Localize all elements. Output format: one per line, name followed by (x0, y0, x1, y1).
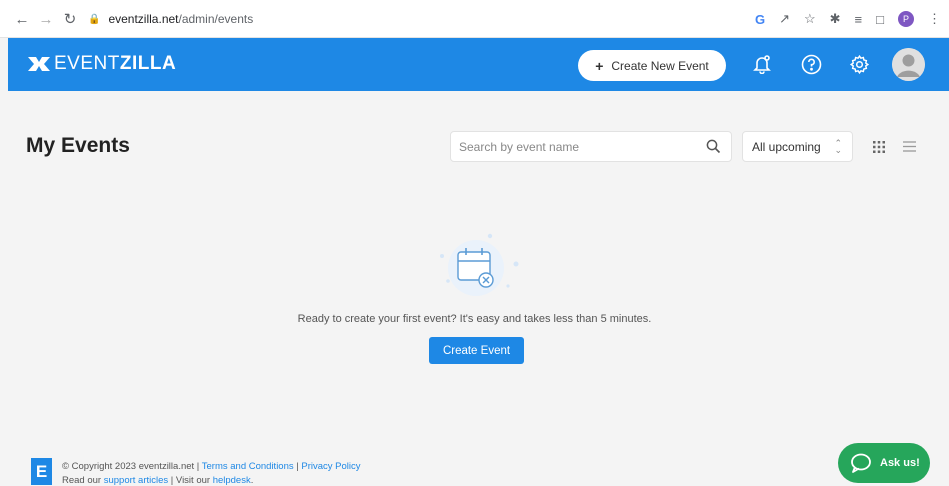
address-bar[interactable]: 🔒 eventzilla.net/admin/events (88, 7, 738, 31)
read-our-text: Read our (62, 475, 104, 486)
ask-us-chat-button[interactable]: Ask us! (838, 443, 930, 483)
copyright-text: © Copyright 2023 eventzilla.net | (62, 461, 202, 472)
create-event-button[interactable]: Create Event (429, 337, 524, 364)
helpdesk-link[interactable]: helpdesk (213, 475, 251, 486)
eventzilla-logo[interactable]: EVENT ZILLA (28, 53, 176, 75)
app-header: EVENT ZILLA + Create New Event (8, 38, 949, 91)
bell-icon[interactable] (750, 52, 774, 76)
share-icon[interactable]: ↗ (779, 11, 790, 27)
support-articles-link[interactable]: support articles (104, 475, 168, 486)
logo-text-light: EVENT (54, 53, 120, 74)
logo-mark-icon (28, 57, 50, 71)
page-title: My Events (26, 134, 130, 157)
star-icon[interactable]: ☆ (804, 11, 816, 27)
create-new-event-button[interactable]: + Create New Event (578, 50, 726, 81)
url-path: /admin/events (178, 12, 254, 26)
chat-bubble-icon (851, 453, 871, 473)
event-filter-select[interactable]: All upcoming ⌃ ⌄ (742, 131, 853, 162)
browser-toolbar: ← → ↻ 🔒 eventzilla.net/admin/events G ↗ … (0, 0, 949, 38)
terms-link[interactable]: Terms and Conditions (202, 461, 294, 472)
footer-logo: E (31, 458, 52, 485)
forward-icon[interactable]: → (36, 9, 56, 29)
logo-text-bold: ZILLA (119, 53, 177, 74)
visit-our-text: | Visit our (168, 475, 213, 486)
help-icon[interactable] (799, 52, 823, 76)
lock-icon: 🔒 (88, 13, 101, 25)
url-domain: eventzilla.net (108, 12, 179, 26)
gear-icon[interactable] (847, 52, 871, 76)
user-avatar[interactable] (892, 48, 925, 81)
create-new-event-label: Create New Event (611, 58, 709, 73)
empty-calendar-icon (440, 233, 519, 296)
profile-avatar[interactable]: P (898, 11, 914, 27)
extensions-icon[interactable]: ✱ (830, 11, 841, 27)
google-icon[interactable]: G (755, 12, 765, 27)
back-icon[interactable]: ← (12, 9, 32, 29)
list-view-icon[interactable] (894, 131, 924, 162)
privacy-link[interactable]: Privacy Policy (301, 461, 360, 472)
chevron-updown-icon: ⌃ ⌄ (834, 138, 842, 155)
side-panel-icon[interactable]: □ (876, 12, 884, 27)
reading-list-icon[interactable]: ≡ (855, 12, 863, 27)
reload-icon[interactable]: ↻ (60, 9, 80, 29)
ask-us-label: Ask us! (880, 457, 920, 469)
search-input[interactable] (451, 132, 691, 161)
footer-period: . (250, 475, 254, 486)
search-icon[interactable] (706, 139, 721, 154)
empty-state-message: Ready to create your first event? It's e… (297, 313, 652, 325)
footer-copyright: © Copyright 2023 eventzilla.net | Terms … (62, 461, 361, 472)
footer-help: Read our support articles | Visit our he… (62, 475, 253, 486)
event-search (450, 131, 732, 162)
menu-dots-icon[interactable]: ⋮ (928, 11, 941, 27)
filter-value: All upcoming (752, 139, 821, 154)
browser-extensions: G ↗ ☆ ✱ ≡ □ P ⋮ (755, 9, 941, 29)
plus-icon: + (595, 57, 604, 74)
grid-view-icon[interactable] (864, 131, 894, 162)
view-toggle (864, 131, 925, 162)
